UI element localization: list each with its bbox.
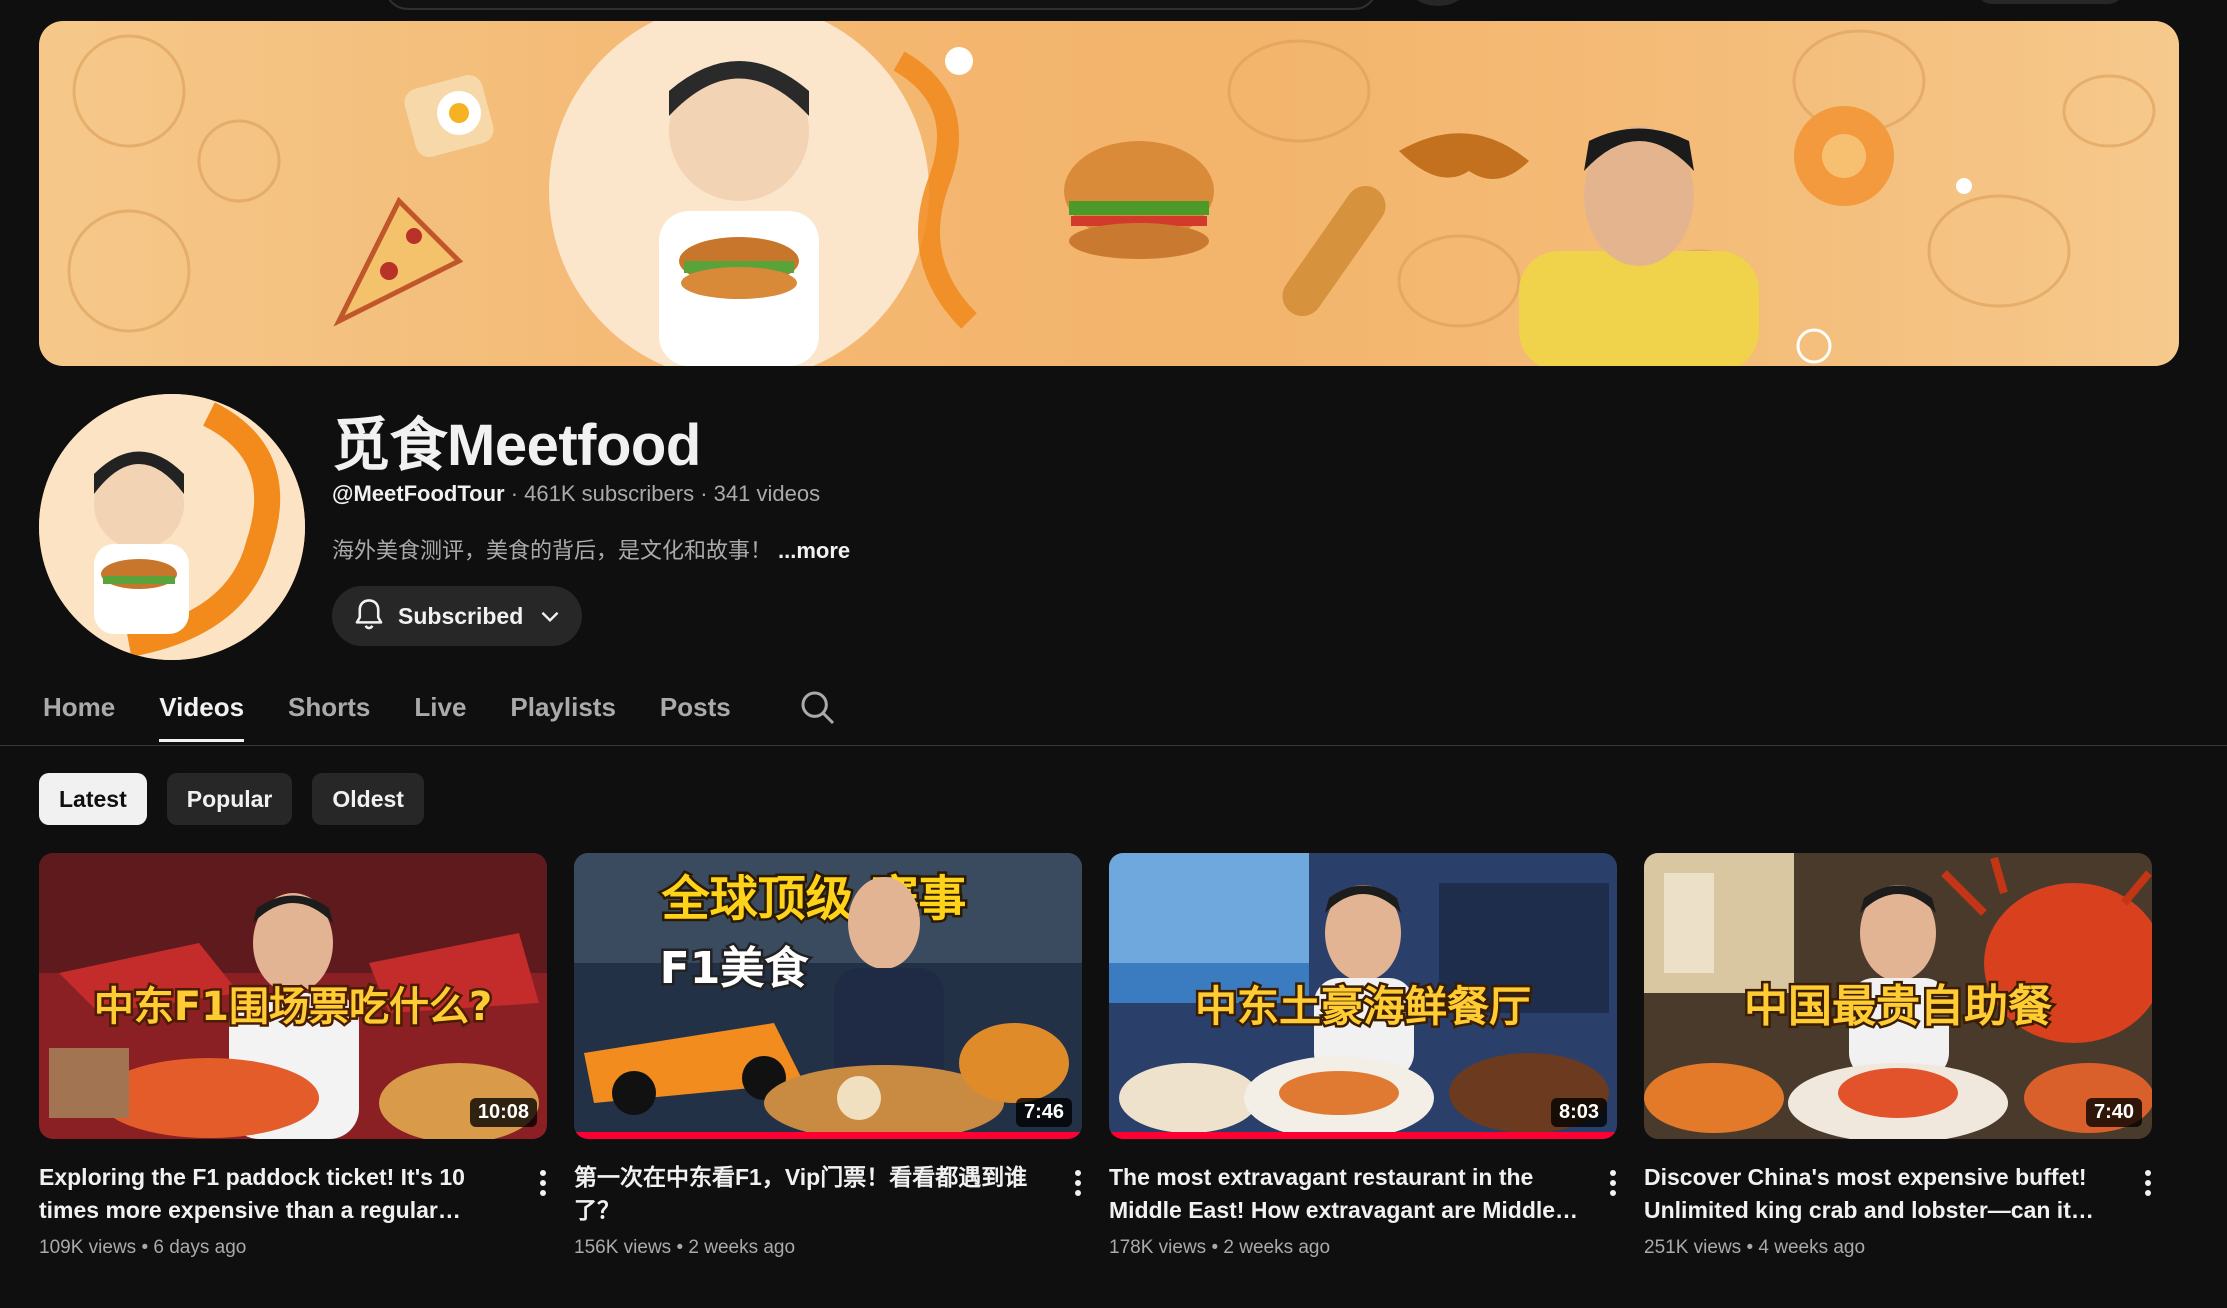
- channel-meta: @MeetFoodTour · 461K subscribers · 341 v…: [332, 481, 820, 507]
- video-card[interactable]: 全球顶级 赛事 F1美食 7:46 第一次在中东看F1，Vip门票！看看都遇到谁…: [574, 853, 1082, 1259]
- watch-progress-bar: [1109, 1132, 1617, 1139]
- tab-videos[interactable]: Videos: [159, 682, 244, 742]
- chevron-down-icon: [541, 611, 559, 623]
- video-thumbnail[interactable]: 中国最贵自助餐 7:40: [1644, 853, 2152, 1139]
- thumbnail-caption: 中东F1围场票吃什么?: [94, 984, 492, 1030]
- view-count: 156K views: [574, 1237, 672, 1258]
- more-vertical-icon: [1075, 1170, 1081, 1196]
- view-count: 109K views: [39, 1237, 137, 1258]
- video-duration: 10:08: [469, 1098, 537, 1127]
- watch-progress-bar: [574, 1132, 1082, 1139]
- video-metadata: 109K views • 6 days ago: [39, 1237, 247, 1258]
- video-title[interactable]: Exploring the F1 paddock ticket! It's 10…: [39, 1161, 509, 1227]
- more-vertical-icon: [2145, 1170, 2151, 1196]
- search-icon: [801, 691, 835, 725]
- video-title[interactable]: 第一次在中东看F1，Vip门票！看看都遇到谁了？: [574, 1161, 1044, 1227]
- thumbnail-caption: 全球顶级 赛事: [661, 871, 967, 927]
- channel-stats: · 461K subscribers · 341 videos: [504, 481, 821, 506]
- voice-search-button[interactable]: [1410, 0, 1466, 6]
- video-card[interactable]: 中东土豪海鲜餐厅 8:03 The most extravagant resta…: [1109, 853, 1617, 1259]
- more-vertical-icon: [1610, 1170, 1616, 1196]
- bell-icon: [355, 599, 383, 630]
- chip-latest[interactable]: Latest: [39, 773, 147, 825]
- video-duration: 7:40: [2085, 1098, 2142, 1127]
- video-thumbnail[interactable]: 中东土豪海鲜餐厅 8:03: [1109, 853, 1617, 1139]
- channel-description[interactable]: 海外美食测评，美食的背后，是文化和故事！ ...more: [332, 533, 850, 565]
- tab-shorts[interactable]: Shorts: [288, 682, 370, 742]
- video-title[interactable]: Discover China's most expensive buffet! …: [1644, 1161, 2114, 1227]
- upload-age: 2 weeks ago: [1223, 1237, 1331, 1258]
- masthead-account-button[interactable]: [1975, 0, 2125, 4]
- video-metadata: 251K views • 4 weeks ago: [1644, 1237, 1866, 1258]
- video-duration: 8:03: [1550, 1098, 1607, 1127]
- view-count: 178K views: [1109, 1237, 1207, 1258]
- tab-posts[interactable]: Posts: [660, 682, 731, 742]
- video-duration: 7:46: [1015, 1098, 1072, 1127]
- channel-title: 觅食Meetfood: [332, 413, 701, 478]
- upload-age: 2 weeks ago: [688, 1237, 796, 1258]
- channel-tabs: Home Videos Shorts Live Playlists Posts: [43, 682, 775, 742]
- thumbnail-subcaption: F1美食: [660, 943, 810, 994]
- video-thumbnail[interactable]: 中东F1围场票吃什么? 10:08: [39, 853, 547, 1139]
- view-count: 251K views: [1644, 1237, 1742, 1258]
- video-menu-button[interactable]: [1601, 1165, 1625, 1205]
- channel-search-button[interactable]: [798, 688, 838, 728]
- tab-home[interactable]: Home: [43, 682, 115, 742]
- thumbnail-caption: 中东土豪海鲜餐厅: [1195, 982, 1531, 1031]
- channel-handle[interactable]: @MeetFoodTour: [332, 481, 505, 506]
- video-thumbnail[interactable]: 全球顶级 赛事 F1美食 7:46: [574, 853, 1082, 1139]
- video-card[interactable]: 中国最贵自助餐 7:40 Discover China's most expen…: [1644, 853, 2152, 1259]
- tab-playlists[interactable]: Playlists: [510, 682, 616, 742]
- more-vertical-icon: [540, 1170, 546, 1196]
- subscribed-button[interactable]: Subscribed: [332, 586, 582, 646]
- video-metadata: 156K views • 2 weeks ago: [574, 1237, 796, 1258]
- chip-oldest[interactable]: Oldest: [312, 773, 424, 825]
- upload-age: 4 weeks ago: [1758, 1237, 1866, 1258]
- video-menu-button[interactable]: [531, 1165, 555, 1205]
- tabs-divider: [0, 745, 2227, 746]
- subscribed-label: Subscribed: [398, 602, 524, 629]
- sort-chips: Latest Popular Oldest: [39, 773, 424, 825]
- chip-popular[interactable]: Popular: [166, 773, 293, 825]
- video-title[interactable]: The most extravagant restaurant in the M…: [1109, 1161, 1579, 1227]
- video-menu-button[interactable]: [1066, 1165, 1090, 1205]
- thumbnail-caption: 中国最贵自助餐: [1744, 981, 2052, 1032]
- upload-age: 6 days ago: [153, 1237, 247, 1258]
- masthead-search-box[interactable]: [384, 0, 1378, 10]
- tab-live[interactable]: Live: [414, 682, 466, 742]
- channel-banner: [39, 21, 2179, 366]
- video-card[interactable]: 中东F1围场票吃什么? 10:08 Exploring the F1 paddo…: [39, 853, 547, 1259]
- video-menu-button[interactable]: [2136, 1165, 2160, 1205]
- description-more-link[interactable]: ...more: [778, 538, 850, 563]
- channel-avatar[interactable]: [39, 394, 305, 660]
- video-metadata: 178K views • 2 weeks ago: [1109, 1237, 1331, 1258]
- channel-description-text: 海外美食测评，美食的背后，是文化和故事！: [332, 538, 773, 563]
